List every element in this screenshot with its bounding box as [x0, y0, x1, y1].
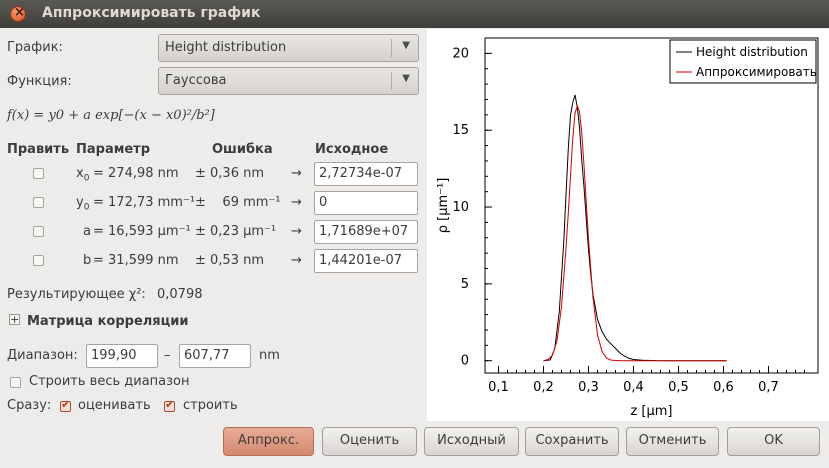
instant-estimate-label: оценивать: [78, 398, 151, 413]
chevron-down-icon: ▼: [402, 73, 410, 84]
save-button[interactable]: Сохранить: [525, 427, 619, 456]
param-value-a: = 16,593 µm⁻¹: [93, 224, 191, 239]
combo-separator: [391, 72, 392, 90]
fix-checkbox-a[interactable]: [33, 226, 44, 237]
x-tick-label: 0,1: [488, 380, 509, 395]
legend-entry-1: Аппроксимировать: [696, 65, 817, 79]
window-title: Аппроксимировать график: [42, 5, 261, 21]
graph-select[interactable]: Height distribution ▼: [158, 34, 419, 62]
header-error: Ошибка: [212, 142, 273, 157]
param-name-x0: x0: [76, 166, 90, 184]
param-value-x0: = 274,98 nm: [93, 166, 179, 181]
param-error-b: ± 0,53 nm: [195, 253, 265, 268]
arrow-icon: →: [291, 195, 302, 210]
param-error-a: ± 0,23 µm⁻¹: [195, 224, 277, 239]
x-tick-label: 0,7: [758, 380, 779, 395]
cancel-button[interactable]: Отменить: [626, 427, 719, 456]
fit-button[interactable]: Аппрокс.: [223, 427, 314, 456]
x-tick-label: 0,5: [668, 380, 689, 395]
legend-entry-0: Height distribution: [696, 45, 808, 59]
range-dash: –: [164, 348, 171, 363]
function-formula: f(x) = y0 + a exp[−(x − x0)²/b²]: [7, 108, 215, 123]
range-from-input[interactable]: 199,90: [86, 344, 158, 368]
title-bar: Аппроксимировать график: [0, 0, 829, 28]
chi-label: Результирующее χ²:: [7, 287, 146, 302]
graph-preview: 0,1 0,2 0,3 0,4 0,5 0,6 0,7 0 5 10 15 20 z [µm] ρ [µm…: [427, 29, 829, 421]
y-tick-label: 15: [452, 123, 469, 138]
arrow-icon: →: [291, 224, 302, 239]
initial-button[interactable]: Исходный: [424, 427, 519, 456]
param-name-b: b: [83, 253, 92, 268]
header-param: Параметр: [76, 142, 151, 157]
y-tick-label: 10: [452, 200, 469, 215]
close-icon[interactable]: [10, 5, 26, 22]
fix-checkbox-x0[interactable]: [33, 168, 44, 179]
x-axis-label: z [µm]: [630, 404, 672, 419]
y-tick-label: 5: [461, 277, 469, 292]
initial-input-x0[interactable]: 2,72734e-07: [314, 162, 418, 186]
initial-input-a[interactable]: 1,71689e+07: [314, 220, 418, 244]
range-to-input[interactable]: 607,77: [179, 344, 251, 368]
correlation-matrix-expander[interactable]: Матрица корреляции: [27, 314, 189, 329]
series-line-0: [543, 94, 727, 362]
plot-frame: [484, 37, 819, 374]
initial-input-b[interactable]: 1,44201e-07: [314, 249, 418, 273]
estimate-button[interactable]: Оценить: [322, 427, 417, 456]
x-tick-label: 0,4: [623, 380, 644, 395]
chevron-down-icon: ▼: [402, 40, 410, 51]
param-name-y0: y0: [76, 195, 90, 213]
y-tick-label: 0: [461, 354, 469, 369]
chi-value: 0,0798: [157, 287, 203, 302]
param-name-a: a: [83, 224, 91, 239]
arrow-icon: →: [291, 253, 302, 268]
full-range-checkbox[interactable]: [10, 377, 21, 388]
series-line-1: [543, 103, 727, 362]
function-select[interactable]: Гауссова ▼: [158, 67, 419, 95]
x-tick-label: 0,3: [578, 380, 599, 395]
fit-dialog: Аппроксимировать график График: Height d…: [0, 0, 829, 468]
range-unit: nm: [259, 348, 280, 363]
graph-select-value: Height distribution: [165, 40, 287, 55]
initial-input-y0[interactable]: 0: [314, 191, 418, 215]
fix-checkbox-y0[interactable]: [33, 197, 44, 208]
arrow-icon: →: [291, 166, 302, 181]
function-label: Функция:: [7, 74, 72, 89]
param-value-b: = 31,599 nm: [93, 253, 179, 268]
header-initial: Исходное: [315, 142, 389, 157]
fix-checkbox-b[interactable]: [33, 255, 44, 266]
param-value-y0: = 172,73 mm⁻¹: [93, 195, 196, 210]
ok-button[interactable]: OK: [727, 427, 820, 456]
full-range-label: Строить весь диапазон: [29, 374, 190, 389]
instant-estimate-checkbox[interactable]: [60, 398, 71, 412]
y-axis-label: ρ [µm⁻¹]: [436, 178, 451, 234]
param-error-x0: ± 0,36 nm: [195, 166, 265, 181]
range-label: Диапазон:: [7, 348, 78, 363]
y-tick-label: 20: [452, 46, 469, 61]
expander-plus-icon[interactable]: +: [9, 314, 20, 325]
instant-plot-checkbox[interactable]: [164, 398, 175, 412]
x-tick-label: 0,6: [713, 380, 734, 395]
instant-plot-label: строить: [183, 398, 238, 413]
param-error-y0: ± 69 mm⁻¹: [195, 195, 281, 210]
graph-label: График:: [7, 40, 63, 55]
combo-separator: [391, 39, 392, 57]
instant-label: Сразу:: [7, 398, 52, 413]
fit-chart: 0,1 0,2 0,3 0,4 0,5 0,6 0,7 0 5 10 15 20 z [µm] ρ [µm…: [436, 37, 819, 419]
header-fix: Править: [7, 142, 70, 157]
function-select-value: Гауссова: [165, 73, 227, 88]
x-tick-label: 0,2: [533, 380, 554, 395]
